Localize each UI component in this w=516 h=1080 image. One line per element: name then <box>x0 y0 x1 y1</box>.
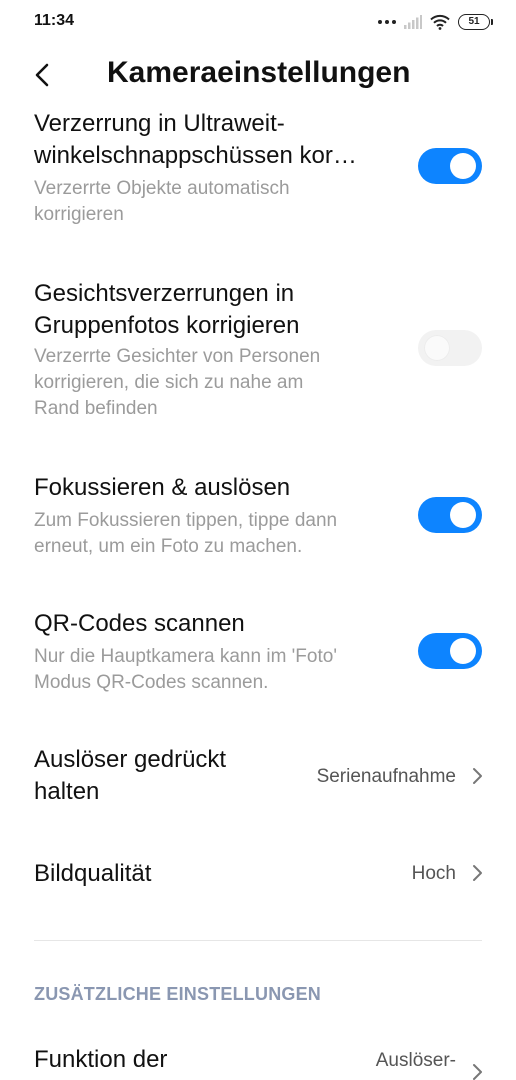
face-distortion-toggle[interactable] <box>418 330 482 366</box>
battery-icon: 51 <box>458 14 493 30</box>
section-header: ZUSÄTZLICHE EINSTELLUNGEN <box>34 984 321 1004</box>
nav-row-shutter-function[interactable]: Funktion der Auslöser- <box>34 1044 486 1080</box>
setting-description: Nur die Hauptkamera kann im 'Foto' Modus… <box>34 646 337 693</box>
setting-value: Auslöser- <box>375 1050 456 1071</box>
setting-row-face-distortion[interactable]: Gesichtsverzerrungen in Gruppenfotos kor… <box>34 278 484 428</box>
status-icons: 51 <box>378 12 493 32</box>
nav-row-image-quality[interactable]: Bildqualität Hoch <box>34 858 486 894</box>
setting-title: Gesichtsverzerrungen in Gruppenfotos kor… <box>34 280 300 339</box>
section-divider <box>34 940 482 941</box>
back-arrow-icon <box>35 63 49 87</box>
setting-row-qr-codes[interactable]: QR-Codes scannen Nur die Hauptkamera kan… <box>34 608 484 700</box>
nav-row-hold-shutter[interactable]: Auslöser gedrückt halten Serienaufnahme <box>34 744 486 814</box>
toggle-knob <box>450 638 476 664</box>
toggle-knob <box>424 335 450 361</box>
chevron-right-icon <box>473 865 482 881</box>
wifi-icon <box>430 14 450 30</box>
chevron-right-icon <box>473 1064 482 1080</box>
back-button[interactable] <box>30 58 60 92</box>
setting-title: Bildqualität <box>34 860 152 887</box>
focus-shoot-toggle[interactable] <box>418 497 482 533</box>
setting-title: Verzerrung in Ultraweit- winkelschnappsc… <box>34 110 357 169</box>
setting-title: Fokussieren & auslösen <box>34 474 291 501</box>
setting-value: Hoch <box>411 863 456 884</box>
setting-description: Verzerrte Objekte automatisch korrigiere… <box>34 178 290 225</box>
setting-row-ultrawide-distortion[interactable]: Verzerrung in Ultraweit- winkelschnappsc… <box>34 108 484 228</box>
ultrawide-distortion-toggle[interactable] <box>418 148 482 184</box>
status-time: 11:34 <box>34 12 75 29</box>
qr-codes-toggle[interactable] <box>418 633 482 669</box>
setting-value: Serienaufnahme <box>316 766 456 787</box>
toggle-knob <box>450 153 476 179</box>
setting-title: Auslöser gedrückt halten <box>34 746 227 805</box>
toggle-knob <box>450 502 476 528</box>
setting-title: QR-Codes scannen <box>34 610 245 637</box>
setting-row-focus-shoot[interactable]: Fokussieren & auslösen Zum Fokussieren t… <box>34 472 484 564</box>
signal-icon <box>404 15 422 29</box>
setting-description: Zum Fokussieren tippen, tippe dann erneu… <box>34 510 338 557</box>
chevron-right-icon <box>473 768 482 784</box>
setting-description: Verzerrte Gesichter von Personen korrigi… <box>34 346 321 419</box>
setting-title: Funktion der <box>34 1046 168 1073</box>
more-dots-icon <box>378 20 396 24</box>
page-title: Kameraeinstellungen <box>107 56 411 89</box>
